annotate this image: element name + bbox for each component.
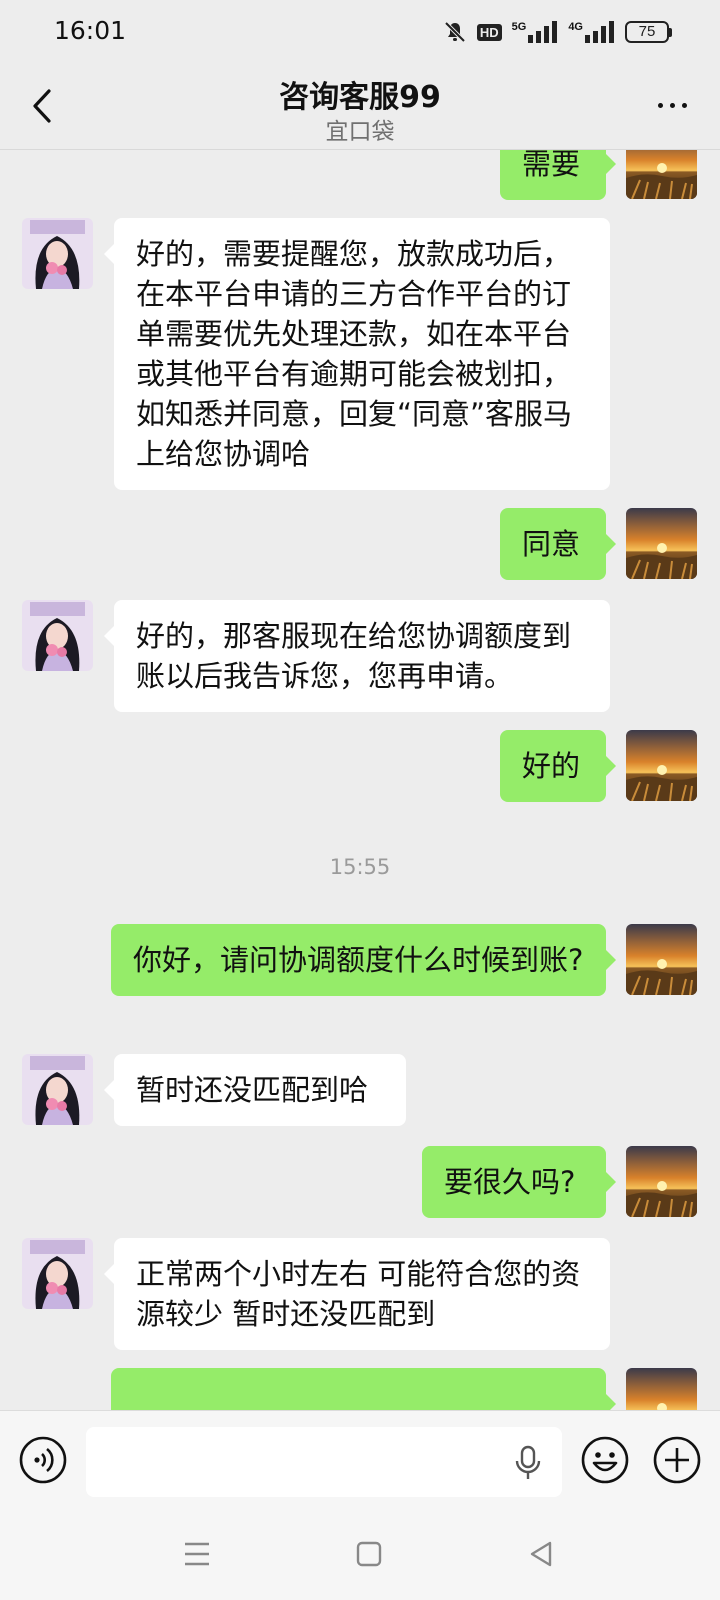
hd-badge-label: HD — [476, 23, 502, 41]
outgoing-message-bubble[interactable]: 好的 — [500, 730, 616, 802]
sunset-field-avatar-image — [626, 508, 697, 579]
message-text: 正常两个小时左右 可能符合您的资源较少 暂时还没匹配到 — [136, 1257, 581, 1331]
hd-badge-icon: HD — [476, 23, 502, 41]
sunset-field-avatar-image — [626, 150, 697, 199]
more-functions-button[interactable] — [652, 1435, 702, 1485]
recent-apps-button[interactable] — [177, 1534, 217, 1574]
incoming-message-bubble[interactable]: 正常两个小时左右 可能符合您的资源较少 暂时还没匹配到 — [104, 1238, 610, 1350]
message-timestamp: 15:55 — [329, 855, 391, 879]
chat-title: 咨询客服99 — [279, 80, 441, 115]
incoming-message-bubble[interactable]: 好的，那客服现在给您协调额度到账以后我告诉您，您再申请。 — [104, 600, 610, 712]
menu-icon — [185, 1542, 209, 1566]
system-navigation-bar — [0, 1510, 720, 1600]
input-bar — [0, 1410, 720, 1510]
signal-5g-icon: 5G — [512, 21, 559, 43]
emoji-button[interactable] — [580, 1435, 630, 1485]
message-text: 你好，请问协调额度什么时候到账? — [133, 943, 584, 977]
chat-header: 咨询客服99 宜口袋 — [0, 64, 720, 150]
sunset-field-avatar-image — [626, 1146, 697, 1217]
square-icon — [356, 1541, 382, 1567]
signal-4g-icon: 4G — [568, 21, 615, 43]
incoming-message-bubble[interactable]: 好的，需要提醒您，放款成功后，在本平台申请的三方合作平台的订单需要优先处理还款，… — [104, 218, 610, 490]
incoming-message-bubble[interactable]: 暂时还没匹配到哈 — [104, 1054, 406, 1126]
message-text: 好的，需要提醒您，放款成功后，在本平台申请的三方合作平台的订单需要优先处理还款，… — [136, 237, 573, 471]
user-avatar[interactable] — [626, 730, 697, 801]
mute-bell-icon — [443, 20, 467, 44]
signal-5g-label: 5G — [511, 21, 527, 33]
woman-portrait-avatar-image — [22, 1054, 93, 1125]
plus-icon — [653, 1436, 701, 1484]
more-button[interactable] — [650, 90, 694, 120]
user-avatar[interactable] — [626, 508, 697, 579]
chat-message-list[interactable]: 需要 好的，需要提醒您，放款成功后，在本平台申请的三方合作平台的订单需要优先处理… — [0, 150, 720, 1410]
sunset-field-avatar-image — [626, 730, 697, 801]
voice-toggle-button[interactable] — [18, 1435, 68, 1485]
chat-subtitle: 宜口袋 — [325, 119, 395, 145]
more-dot-icon — [657, 102, 663, 108]
status-time: 16:01 — [54, 16, 127, 45]
more-dot-icon — [681, 102, 687, 108]
outgoing-message-bubble[interactable]: 需要 — [500, 150, 616, 200]
battery-level: 75 — [625, 21, 669, 43]
outgoing-message-bubble[interactable]: 要很久吗? — [422, 1146, 616, 1218]
agent-avatar[interactable] — [22, 1054, 93, 1125]
user-avatar[interactable] — [626, 924, 697, 995]
message-text: 要很久吗? — [444, 1165, 576, 1199]
signal-4g-label: 4G — [568, 21, 583, 33]
status-bar: 16:01 HD 5G 4G 75 — [0, 0, 720, 64]
home-button[interactable] — [349, 1534, 389, 1574]
agent-avatar[interactable] — [22, 218, 93, 289]
outgoing-message-bubble[interactable]: 你好，请问协调额度什么时候到账? — [111, 924, 616, 996]
message-text: 同意 — [522, 527, 581, 561]
voice-icon — [19, 1436, 67, 1484]
more-dot-icon — [669, 102, 675, 108]
agent-avatar[interactable] — [22, 1238, 93, 1309]
emoji-icon — [581, 1436, 629, 1484]
triangle-back-icon — [530, 1541, 552, 1567]
woman-portrait-avatar-image — [22, 1238, 93, 1309]
outgoing-message-bubble[interactable] — [111, 1368, 616, 1410]
message-text: 需要 — [522, 150, 581, 181]
user-avatar[interactable] — [626, 150, 697, 199]
user-avatar[interactable] — [626, 1146, 697, 1217]
message-text: 暂时还没匹配到哈 — [136, 1073, 369, 1107]
status-icons: HD 5G 4G 75 — [443, 18, 672, 46]
agent-avatar[interactable] — [22, 600, 93, 671]
woman-portrait-avatar-image — [22, 218, 93, 289]
outgoing-message-bubble[interactable]: 同意 — [500, 508, 616, 580]
sunset-field-avatar-image — [626, 924, 697, 995]
user-avatar[interactable] — [626, 1368, 697, 1410]
message-text: 好的 — [522, 749, 581, 783]
woman-portrait-avatar-image — [22, 600, 93, 671]
sunset-field-avatar-image — [626, 1368, 697, 1410]
message-input[interactable] — [86, 1427, 562, 1497]
message-text: 好的，那客服现在给您协调额度到账以后我告诉您，您再申请。 — [136, 619, 572, 693]
microphone-icon[interactable] — [514, 1445, 542, 1481]
system-back-button[interactable] — [521, 1534, 561, 1574]
battery-icon: 75 — [625, 21, 672, 43]
